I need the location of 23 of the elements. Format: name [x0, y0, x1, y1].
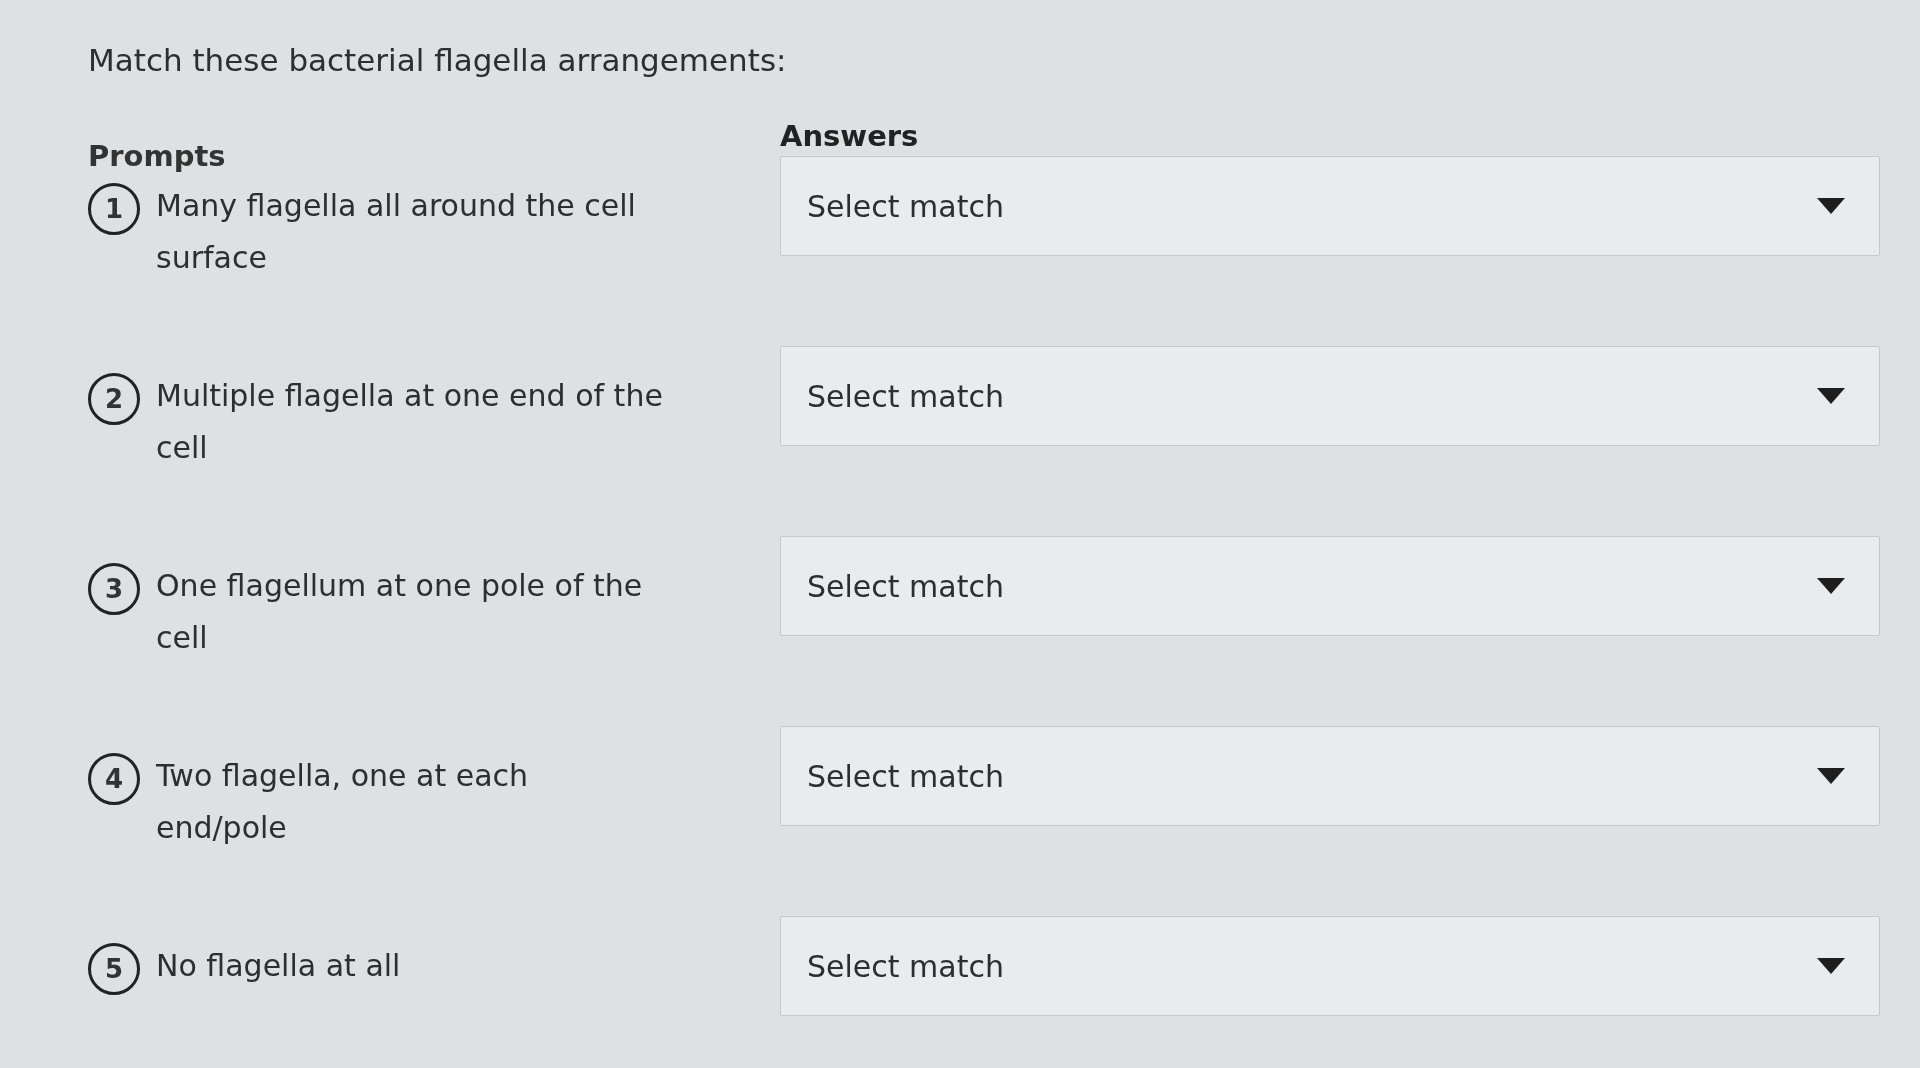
caret-icon — [1817, 388, 1845, 404]
caret-icon — [1817, 198, 1845, 214]
step-number: 1 — [88, 183, 140, 235]
question-title: Match these bacterial flagella arrangements: — [88, 41, 787, 80]
match-select[interactable]: Select match — [780, 916, 1880, 1016]
caret-icon — [1817, 578, 1845, 594]
step-number: 3 — [88, 563, 140, 615]
prompt-text: No flagella at all — [156, 947, 402, 985]
match-select[interactable]: Select match — [780, 536, 1880, 636]
prompt-text: Many flagella all around the cell surface — [156, 187, 637, 277]
step-number: 5 — [88, 943, 140, 995]
prompt-text: One flagellum at one pole of the cell — [156, 567, 644, 657]
step-number: 2 — [88, 373, 140, 425]
match-select[interactable]: Select match — [780, 346, 1880, 446]
column-header: Answers — [780, 118, 919, 154]
match-select[interactable]: Select match — [780, 156, 1880, 256]
match-select[interactable]: Select match — [780, 726, 1880, 826]
caret-icon — [1817, 958, 1845, 974]
caret-icon — [1817, 768, 1845, 784]
step-number: 4 — [88, 753, 140, 805]
prompt-text: Two flagella, one at each end/pole — [156, 757, 530, 847]
prompt-text: Multiple flagella at one end of the cell — [156, 377, 664, 467]
column-header: Prompts — [88, 138, 226, 174]
